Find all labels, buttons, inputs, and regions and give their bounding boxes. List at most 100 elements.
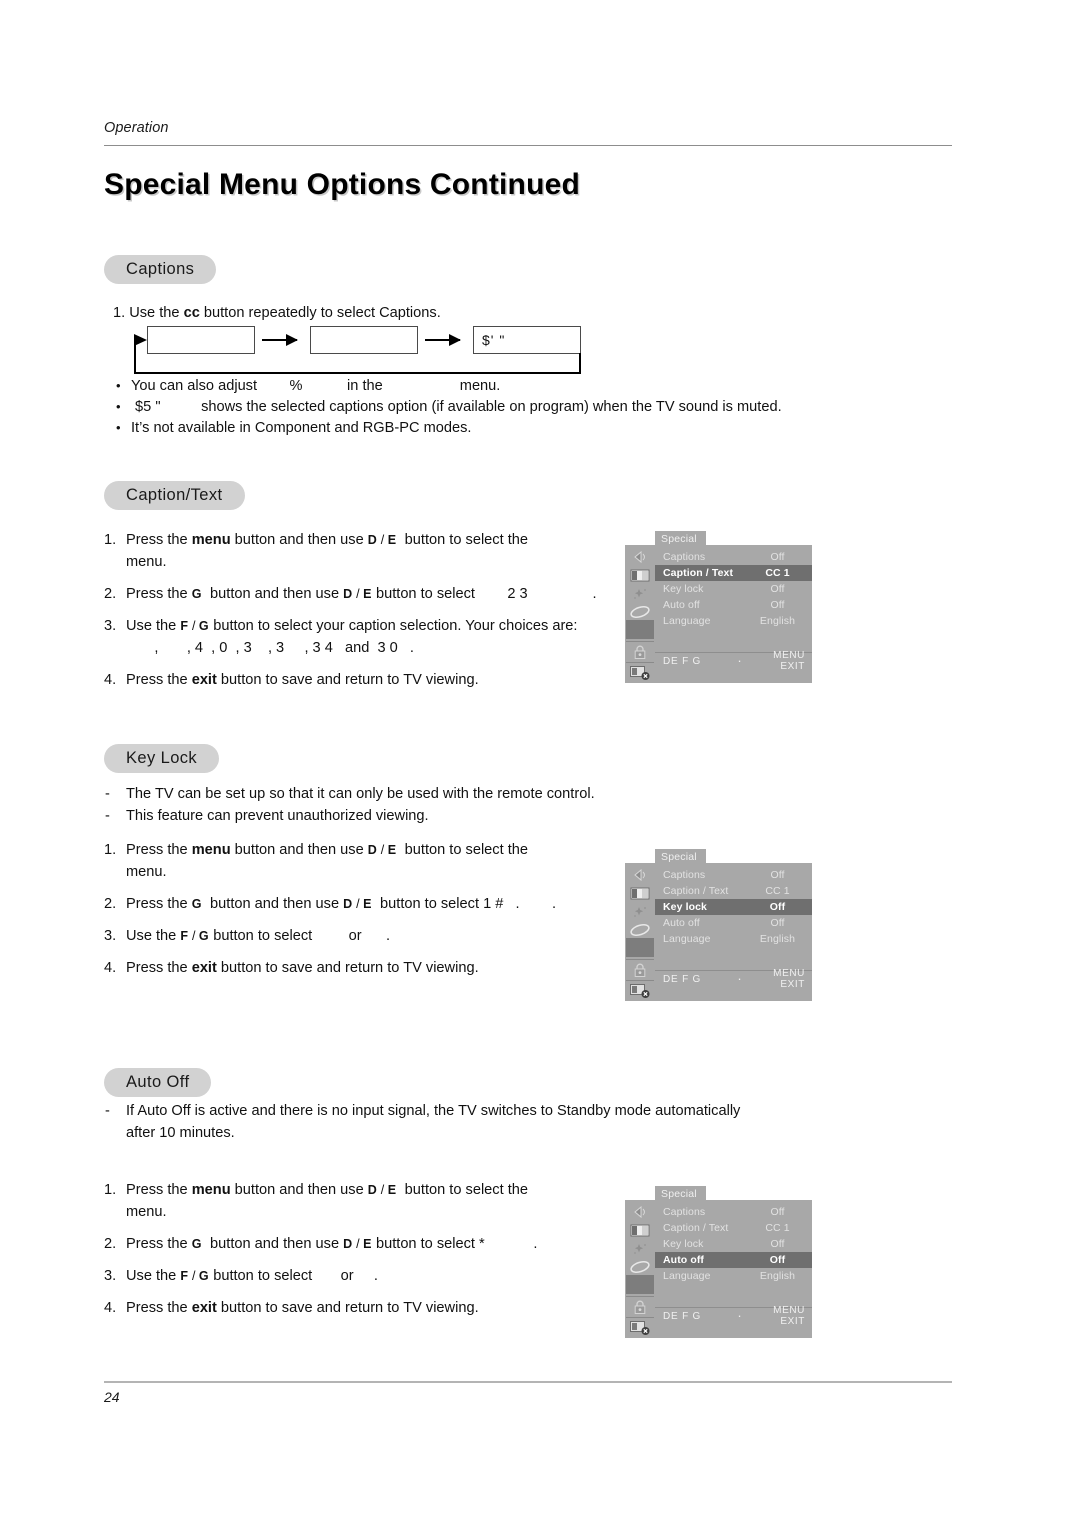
captions-bullet-3: • It’s not available in Component and RGB…: [114, 418, 782, 439]
dpad-up-glyph: D: [343, 1237, 353, 1251]
dpad-up-glyph: D: [367, 533, 378, 547]
dash-marker: -: [105, 808, 110, 824]
osd-row-label: Caption / Text: [663, 1222, 729, 1234]
tv-off-icon[interactable]: [628, 1319, 652, 1336]
key-lock-step-3: 3. Use the F / G button to select or .: [104, 925, 624, 947]
step-number: 1.: [104, 842, 117, 858]
step-post: button to select 2 3 .: [371, 586, 597, 602]
step-number: 3.: [104, 618, 117, 634]
osd-row-captions[interactable]: Captions Off: [655, 867, 812, 883]
caption-text-step-3: 3. Use the F / G button to select your ca…: [104, 615, 604, 659]
lock-icon[interactable]: [628, 962, 652, 979]
osd-tab-special[interactable]: Special: [655, 531, 706, 547]
tv-off-icon[interactable]: [628, 982, 652, 999]
sparkle-icon[interactable]: [628, 1240, 652, 1257]
osd-footer-menu-exit[interactable]: MENU EXIT: [759, 968, 812, 990]
speaker-icon[interactable]: [628, 549, 652, 566]
osd-sidebar-divider: [626, 1296, 654, 1297]
osd-sidebar: [625, 545, 656, 683]
osd-footer-menu-exit[interactable]: MENU EXIT: [759, 650, 812, 672]
glyph-separator: /: [377, 843, 388, 857]
dpad-down-glyph: E: [387, 843, 397, 857]
special-selected-icon[interactable]: [626, 1275, 654, 1294]
osd-tab-special[interactable]: Special: [655, 1186, 706, 1202]
osd-row-key-lock[interactable]: Key lock Off: [655, 899, 812, 915]
osd-row-caption-text[interactable]: Caption / Text CC 1: [655, 883, 812, 899]
header-rule: [104, 145, 952, 146]
osd-row-auto-off[interactable]: Auto off Off: [655, 1252, 812, 1268]
osd-row-key-lock[interactable]: Key lock Off: [655, 1236, 812, 1252]
flow-box-3: $' ": [473, 326, 581, 354]
osd-row-auto-off[interactable]: Auto off Off: [655, 597, 812, 613]
osd-row-language[interactable]: Language English: [655, 613, 812, 629]
osd-row-label: Key lock: [663, 583, 704, 595]
osd-row-label: Language: [663, 1270, 711, 1282]
osd-row-captions[interactable]: Captions Off: [655, 1204, 812, 1220]
special-selected-icon[interactable]: [626, 620, 654, 639]
lock-icon[interactable]: [628, 1299, 652, 1316]
osd-sidebar-divider: [626, 980, 654, 981]
dpad-down-glyph: E: [387, 533, 397, 547]
dpad-down-glyph: E: [363, 1237, 372, 1251]
osd-row-label: Captions: [663, 1206, 706, 1218]
osd-footer-menu-exit[interactable]: MENU EXIT: [759, 1305, 812, 1327]
step-bold: menu: [191, 1182, 231, 1198]
section-pill-auto-off: Auto Off: [104, 1068, 212, 1097]
caption-text-step-2: 2. Press the G button and then use D / E …: [104, 583, 604, 605]
dash-marker: -: [105, 786, 110, 802]
osd-row-caption-text[interactable]: Caption / Text CC 1: [655, 1220, 812, 1236]
dpad-up-glyph: D: [343, 587, 353, 601]
osd-sidebar: [625, 863, 656, 1001]
dpad-left-glyph: F: [180, 619, 189, 633]
section-pill-key-lock: Key Lock: [104, 744, 220, 773]
picture-contrast-icon[interactable]: [628, 567, 652, 584]
step-number: 2.: [104, 1236, 117, 1252]
osd-footer-directions: DE F G: [663, 1310, 702, 1322]
osd-sidebar: [625, 1200, 656, 1338]
osd-row-language[interactable]: Language English: [655, 1268, 812, 1284]
picture-contrast-icon[interactable]: [628, 1222, 652, 1239]
glyph-separator: /: [377, 533, 388, 547]
osd-tab-special[interactable]: Special: [655, 849, 706, 865]
page-number: 24: [104, 1389, 120, 1405]
dpad-down-glyph: E: [387, 1183, 397, 1197]
ellipse-clock-icon[interactable]: [628, 921, 652, 938]
ellipse-clock-icon[interactable]: [628, 603, 652, 620]
step-pre: Press the: [126, 1236, 192, 1252]
key-lock-step-4: 4. Press the exit button to save and retu…: [104, 957, 624, 979]
speaker-icon[interactable]: [628, 1204, 652, 1221]
step-pre: Press the: [126, 1300, 192, 1316]
sparkle-icon[interactable]: [628, 585, 652, 602]
step-number: 4.: [104, 672, 117, 688]
flow-loop-left: [134, 340, 136, 374]
osd-row-language[interactable]: Language English: [655, 931, 812, 947]
lock-icon[interactable]: [628, 644, 652, 661]
osd-row-label: Captions: [663, 551, 706, 563]
osd-row-caption-text[interactable]: Caption / Text CC 1: [655, 565, 812, 581]
osd-row-auto-off[interactable]: Auto off Off: [655, 915, 812, 931]
caption-text-step-4: 4. Press the exit button to save and retu…: [104, 669, 604, 691]
osd-row-label: Auto off: [663, 599, 700, 611]
sparkle-icon[interactable]: [628, 903, 652, 920]
tv-off-icon[interactable]: [628, 664, 652, 681]
key-lock-dashes: - The TV can be set up so that it can onl…: [104, 783, 624, 837]
picture-contrast-icon[interactable]: [628, 885, 652, 902]
step-bold: menu: [191, 842, 231, 858]
auto-off-step-4: 4. Press the exit button to save and retu…: [104, 1297, 624, 1319]
caption-text-step-1: 1. Press the menu button and then use D /…: [104, 529, 604, 573]
speaker-icon[interactable]: [628, 867, 652, 884]
osd-row-captions[interactable]: Captions Off: [655, 549, 812, 565]
osd-row-key-lock[interactable]: Key lock Off: [655, 581, 812, 597]
special-selected-icon[interactable]: [626, 938, 654, 957]
key-lock-dash-2-text: This feature can prevent unauthorized vi…: [126, 808, 429, 824]
captions-bullet-2: • $5 " shows the selected captions optio…: [114, 397, 782, 418]
osd-row-label: Key lock: [663, 901, 707, 913]
step-post: button to select or .: [209, 928, 391, 944]
dpad-right-glyph: G: [198, 1269, 210, 1283]
flow-loop-right: [579, 353, 581, 373]
step-number: 2.: [104, 586, 117, 602]
step-mid: button to save and return to TV viewing.: [216, 1300, 479, 1316]
captions-bullet-3-text: It’s not available in Component and RGB-…: [131, 420, 472, 436]
ellipse-clock-icon[interactable]: [628, 1258, 652, 1275]
step-mid: button to save and return to TV viewing.: [216, 672, 479, 688]
